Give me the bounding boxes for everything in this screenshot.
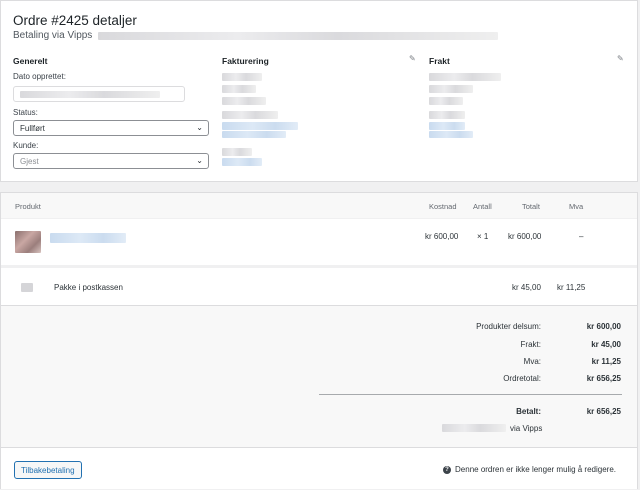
redacted-paid-date [442, 424, 506, 432]
redacted-shipping-link[interactable] [429, 131, 473, 138]
product-cost: kr 600,00 [425, 232, 459, 241]
edit-billing-pencil-icon[interactable]: ✎ [409, 54, 416, 63]
shipping-total: kr 45,00 [512, 283, 541, 292]
subtotal-value: kr 600,00 [586, 322, 621, 331]
subtotal-label: Produkter delsum: [476, 322, 541, 331]
shipping-truck-icon [21, 283, 33, 292]
col-product: Produkt [15, 202, 41, 211]
redacted-shipping-link[interactable] [429, 122, 465, 130]
date-label: Dato opprettet: [13, 72, 66, 81]
order-items-panel: Produkt Kostnad Antall Totalt Mva kr 600… [0, 192, 638, 489]
redacted-shipping-line [429, 97, 463, 105]
redacted-payment-info [98, 31, 499, 40]
page-title: Ordre #2425 detaljer [13, 13, 137, 28]
customer-select[interactable]: Gjest ⌄ [13, 153, 209, 169]
redacted-billing-email[interactable] [222, 122, 298, 130]
redacted-product-name[interactable] [50, 233, 126, 243]
status-label: Status: [13, 108, 38, 117]
shipping-vat: kr 11,25 [557, 283, 586, 292]
chevron-down-icon: ⌄ [196, 156, 203, 165]
product-vat: – [579, 232, 584, 241]
shipping-total-value: kr 45,00 [591, 340, 621, 349]
billing-heading: Fakturering [222, 56, 269, 66]
edit-notice-text: Denne ordren er ikke lenger mulig å redi… [455, 465, 616, 474]
edit-shipping-pencil-icon[interactable]: ✎ [617, 54, 624, 63]
row-divider [1, 265, 637, 268]
redacted-billing-line [222, 85, 256, 93]
redacted-shipping-line [429, 85, 473, 93]
redacted-billing-phone[interactable] [222, 158, 262, 166]
col-total: Totalt [522, 202, 540, 211]
paid-via-text: via Vipps [510, 424, 543, 433]
payment-subtitle: Betaling via Vipps [13, 30, 499, 41]
redacted-billing-line [222, 97, 266, 105]
col-cost: Kostnad [429, 202, 457, 211]
general-heading: Generelt [13, 56, 48, 66]
date-created-field[interactable] [13, 86, 185, 102]
refund-button[interactable]: Tilbakebetaling [14, 461, 82, 479]
redacted-billing-line [222, 111, 278, 119]
customer-label: Kunde: [13, 141, 39, 150]
product-thumbnail[interactable] [15, 231, 41, 253]
order-actions-footer: Tilbakebetaling ? Denne ordren er ikke l… [1, 447, 637, 489]
redacted-shipping-line [429, 111, 465, 119]
items-table-header: Produkt Kostnad Antall Totalt Mva [1, 193, 637, 219]
paid-value: kr 656,25 [586, 407, 621, 416]
status-select[interactable]: Fullført ⌄ [13, 120, 209, 136]
shipping-total-label: Frakt: [520, 340, 541, 349]
edit-notice: ? Denne ordren er ikke lenger mulig å re… [443, 465, 616, 474]
order-total-value: kr 656,25 [586, 374, 621, 383]
col-vat: Mva [569, 202, 584, 211]
payment-method-text: Betaling via Vipps [13, 30, 93, 41]
paid-label: Betalt: [516, 407, 541, 416]
vat-total-label: Mva: [523, 357, 541, 366]
col-qty: Antall [473, 202, 492, 211]
chevron-down-icon: ⌄ [196, 123, 203, 132]
status-value: Fullført [20, 124, 45, 133]
redacted-date [20, 91, 160, 98]
product-total: kr 600,00 [508, 232, 542, 241]
redacted-billing-email[interactable] [222, 131, 286, 138]
order-details-panel: Ordre #2425 detaljer Betaling via Vipps … [0, 0, 638, 182]
redacted-billing-phone-label [222, 148, 252, 156]
redacted-shipping-line [429, 73, 501, 81]
redacted-billing-line [222, 73, 262, 81]
totals-divider [319, 394, 622, 395]
help-icon: ? [443, 465, 452, 474]
order-totals: Produkter delsum: kr 600,00 Frakt: kr 45… [1, 305, 637, 447]
product-qty: × 1 [477, 232, 489, 241]
shipping-method-name: Pakke i postkassen [54, 283, 123, 292]
shipping-heading: Frakt [429, 56, 450, 66]
customer-placeholder: Gjest [20, 157, 39, 166]
order-total-label: Ordretotal: [503, 374, 541, 383]
vat-total-value: kr 11,25 [591, 357, 621, 366]
